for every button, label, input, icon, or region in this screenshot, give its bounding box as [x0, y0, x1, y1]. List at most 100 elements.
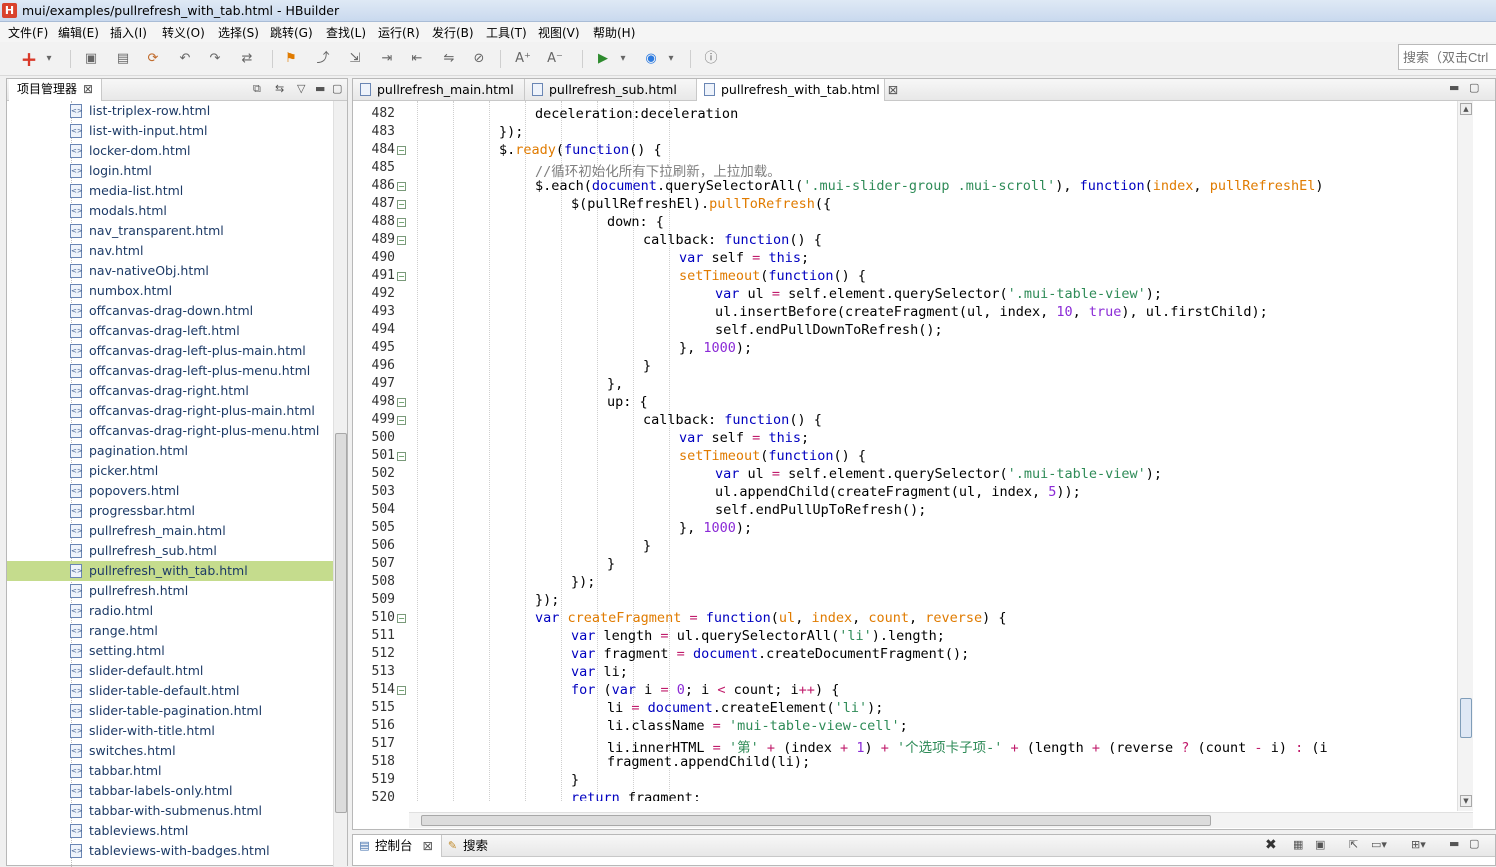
- tree-item[interactable]: <> tableviews.html: [7, 821, 333, 841]
- tree-item[interactable]: <> progressbar.html: [7, 501, 333, 521]
- fold-toggle-icon[interactable]: −: [397, 218, 406, 227]
- tree-item[interactable]: <> login.html: [7, 161, 333, 181]
- indent-icon[interactable]: ⇥: [378, 50, 396, 68]
- disabled-icon[interactable]: ⊘: [470, 50, 488, 68]
- tree-item[interactable]: <> pagination.html: [7, 441, 333, 461]
- tab-search[interactable]: ✎ 搜索: [441, 835, 496, 857]
- close-icon[interactable]: ⊠: [888, 82, 898, 97]
- fold-toggle-icon[interactable]: −: [397, 200, 406, 209]
- fold-toggle-icon[interactable]: −: [397, 236, 406, 245]
- menu-item-6[interactable]: 查找(L): [326, 24, 366, 41]
- tree-item[interactable]: <> slider-table-default.html: [7, 681, 333, 701]
- tree-item[interactable]: <> nav-nativeObj.html: [7, 261, 333, 281]
- undo-icon[interactable]: ↶: [176, 50, 194, 68]
- open-console-icon[interactable]: ⇱: [1349, 838, 1358, 851]
- outdent-icon[interactable]: ⇤: [408, 50, 426, 68]
- compare-icon[interactable]: ⇋: [440, 50, 458, 68]
- fold-toggle-icon[interactable]: −: [397, 272, 406, 281]
- tree-item[interactable]: <> offcanvas-drag-down.html: [7, 301, 333, 321]
- dropdown-icon[interactable]: ▾: [44, 50, 54, 68]
- scroll-lock-icon[interactable]: ▦: [1293, 838, 1303, 851]
- tree-item[interactable]: <> radio.html: [7, 601, 333, 621]
- close-icon[interactable]: ⊠: [423, 838, 433, 853]
- bookmark-icon[interactable]: ⚑: [282, 50, 300, 68]
- add-icon[interactable]: +: [20, 49, 38, 69]
- minimize-icon[interactable]: ▬: [1449, 81, 1459, 94]
- editor-vertical-scrollbar[interactable]: ▲ ▼: [1457, 101, 1473, 811]
- tree-item[interactable]: <> offcanvas-drag-right.html: [7, 381, 333, 401]
- display-console-icon[interactable]: ▭▾: [1371, 838, 1387, 851]
- save-all-icon[interactable]: ▤: [114, 50, 132, 68]
- tree-item[interactable]: <> offcanvas-drag-left.html: [7, 321, 333, 341]
- editor-horizontal-scrollbar[interactable]: [409, 812, 1473, 828]
- tree-item[interactable]: <> offcanvas-drag-right-plus-main.html: [7, 401, 333, 421]
- editor-tab[interactable]: pullrefresh_main.html: [353, 79, 525, 101]
- scroll-down-icon[interactable]: ▼: [1460, 795, 1472, 807]
- tree-item[interactable]: <> pullrefresh_main.html: [7, 521, 333, 541]
- menu-item-8[interactable]: 发行(B): [432, 24, 474, 41]
- new-console-icon[interactable]: ⊞▾: [1411, 838, 1426, 851]
- refresh-icon[interactable]: ⟳: [144, 50, 162, 68]
- dropdown-icon[interactable]: ▾: [666, 50, 676, 68]
- fold-toggle-icon[interactable]: −: [397, 416, 406, 425]
- goto-icon[interactable]: ⤴: [314, 50, 332, 68]
- tree-item[interactable]: <> offcanvas-drag-left-plus-main.html: [7, 341, 333, 361]
- pin-console-icon[interactable]: ▣: [1315, 838, 1325, 851]
- tree-item[interactable]: <> slider-table-pagination.html: [7, 701, 333, 721]
- code-area[interactable]: deceleration:deceleration}); $.ready(func…: [409, 101, 1457, 801]
- tree-item[interactable]: <> pullrefresh_sub.html: [7, 541, 333, 561]
- menu-item-4[interactable]: 选择(S): [218, 24, 259, 41]
- tree-item[interactable]: <> slider-default.html: [7, 661, 333, 681]
- tree-item[interactable]: <> offcanvas-drag-right-plus-menu.html: [7, 421, 333, 441]
- menu-item-3[interactable]: 转义(O): [162, 24, 205, 41]
- minimize-icon[interactable]: ▬: [1449, 837, 1459, 850]
- editor-tab[interactable]: pullrefresh_with_tab.html ⊠: [697, 79, 898, 101]
- tree-item[interactable]: <> nav.html: [7, 241, 333, 261]
- font-increase-icon[interactable]: A⁺: [514, 50, 532, 68]
- fold-toggle-icon[interactable]: −: [397, 686, 406, 695]
- menu-item-10[interactable]: 视图(V): [538, 24, 580, 41]
- minimize-icon[interactable]: ▬: [315, 82, 325, 95]
- file-tree-scrollbar[interactable]: [333, 101, 347, 867]
- tree-item[interactable]: <> offcanvas-drag-left-plus-menu.html: [7, 361, 333, 381]
- tab-project-manager[interactable]: 项目管理器 ⊠: [9, 79, 103, 101]
- save-icon[interactable]: ▣: [82, 50, 100, 68]
- collapse-all-icon[interactable]: ⧉: [253, 82, 261, 96]
- tree-item[interactable]: <> tabbar-with-submenus.html: [7, 801, 333, 821]
- tree-item[interactable]: <> list-with-input.html: [7, 121, 333, 141]
- menu-item-7[interactable]: 运行(R): [378, 24, 420, 41]
- tree-item[interactable]: <> switches.html: [7, 741, 333, 761]
- menu-item-5[interactable]: 跳转(G): [270, 24, 313, 41]
- tree-item[interactable]: <> popovers.html: [7, 481, 333, 501]
- scrollbar-thumb[interactable]: [421, 815, 1211, 826]
- scrollbar-thumb[interactable]: [335, 433, 347, 813]
- export-icon[interactable]: ⇲: [346, 50, 364, 68]
- fold-toggle-icon[interactable]: −: [397, 614, 406, 623]
- scrollbar-thumb[interactable]: [1460, 698, 1472, 738]
- scroll-up-icon[interactable]: ▲: [1460, 103, 1472, 115]
- dropdown-icon[interactable]: ▾: [618, 50, 628, 68]
- format-icon[interactable]: ⇄: [238, 50, 256, 68]
- close-icon[interactable]: ⊠: [83, 82, 93, 96]
- tree-item[interactable]: <> list-triplex-row.html: [7, 101, 333, 121]
- tree-item[interactable]: <> setting.html: [7, 641, 333, 661]
- tree-item[interactable]: <> pullrefresh.html: [7, 581, 333, 601]
- menu-item-9[interactable]: 工具(T): [486, 24, 527, 41]
- run-icon[interactable]: ▶: [594, 50, 612, 68]
- tree-item[interactable]: <> tabbar.html: [7, 761, 333, 781]
- tab-console[interactable]: ▤ 控制台 ⊠: [353, 835, 442, 857]
- link-editor-icon[interactable]: ⇆: [275, 82, 284, 95]
- fold-toggle-icon[interactable]: −: [397, 146, 406, 155]
- maximize-icon[interactable]: ▢: [1469, 81, 1479, 94]
- tree-item[interactable]: <> locker-dom.html: [7, 141, 333, 161]
- tree-item[interactable]: <> numbox.html: [7, 281, 333, 301]
- tree-item[interactable]: <> slider-with-title.html: [7, 721, 333, 741]
- fold-toggle-icon[interactable]: −: [397, 398, 406, 407]
- menu-item-11[interactable]: 帮助(H): [593, 24, 635, 41]
- tree-item[interactable]: <> modals.html: [7, 201, 333, 221]
- tree-item[interactable]: <> media-list.html: [7, 181, 333, 201]
- tree-item[interactable]: <> tabbar-labels-only.html: [7, 781, 333, 801]
- view-menu-icon[interactable]: ▽: [297, 82, 305, 95]
- maximize-icon[interactable]: ▢: [1469, 837, 1479, 850]
- menu-item-1[interactable]: 编辑(E): [58, 24, 99, 41]
